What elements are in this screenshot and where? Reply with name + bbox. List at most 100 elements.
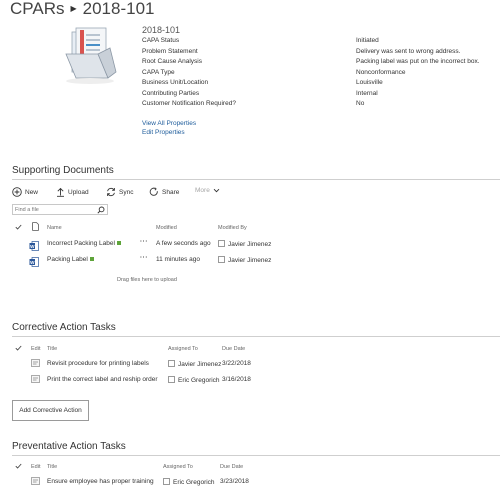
plus-circle-icon: [12, 187, 22, 197]
presence-icon: [168, 376, 175, 383]
column-header-modified[interactable]: Modified: [156, 225, 177, 231]
assigned-to-name[interactable]: Eric Gregorich: [173, 479, 215, 486]
new-command-label: New: [25, 188, 39, 196]
property-label-root-cause: Root Cause Analysis: [142, 58, 202, 65]
property-value-capa-type: Nonconformance: [356, 68, 406, 76]
select-all-checkmark-icon[interactable]: [15, 345, 22, 351]
new-item-icon: [116, 241, 121, 245]
column-header-edit: Edit: [31, 464, 41, 470]
svg-text:W: W: [30, 260, 35, 265]
assigned-to-name[interactable]: Javier Jimenez: [178, 361, 221, 368]
task-title-link[interactable]: Print the correct label and reship order: [47, 376, 158, 383]
select-all-checkmark-icon[interactable]: [15, 224, 22, 230]
word-doc-icon: W: [29, 254, 39, 267]
edit-item-icon[interactable]: [31, 359, 40, 367]
view-all-properties-link[interactable]: View All Properties: [142, 120, 196, 127]
document-modified: 11 minutes ago: [156, 256, 200, 263]
presence-icon: [218, 240, 225, 247]
documents-library-icon: [65, 27, 117, 84]
edit-properties-link[interactable]: Edit Properties: [142, 129, 185, 136]
edit-item-icon[interactable]: [31, 477, 40, 485]
breadcrumb-current: 2018-101: [82, 0, 155, 18]
property-value-customer-notification: No: [356, 100, 365, 107]
new-command[interactable]: New: [12, 187, 38, 197]
column-header-assigned-to[interactable]: Assigned To: [163, 464, 193, 470]
task-assigned-to[interactable]: Eric Gregorich: [168, 376, 220, 384]
document-icon: [32, 222, 39, 231]
document-name-link[interactable]: Packing Label: [47, 256, 88, 263]
document-name-link[interactable]: Incorrect Packing Label: [47, 240, 115, 247]
breadcrumb-root-link[interactable]: CPARs: [10, 0, 64, 18]
property-label-capa-type: CAPA Type: [142, 68, 175, 76]
column-header-title[interactable]: Title: [47, 346, 57, 352]
ellipsis-icon[interactable]: ···: [140, 254, 148, 261]
drop-zone-hint[interactable]: Drag files here to upload: [117, 277, 177, 283]
document-modified-by[interactable]: Javier Jimenez: [218, 256, 271, 264]
ellipsis-icon[interactable]: ···: [140, 238, 148, 245]
document-modified-by[interactable]: Javier Jimenez: [218, 240, 271, 248]
property-value-contributing-parties: Internal: [356, 89, 378, 97]
task-due-date: 3/16/2018: [222, 376, 251, 383]
upload-command-label: Upload: [68, 188, 89, 196]
word-doc-icon: W: [29, 238, 39, 251]
select-all-checkmark-icon[interactable]: [15, 463, 22, 469]
preventative-action-tasks-title: Preventative Action Tasks: [12, 441, 126, 452]
column-header-modified-by[interactable]: Modified By: [218, 225, 247, 231]
search-icon[interactable]: [97, 206, 105, 214]
column-header-name[interactable]: Name: [47, 225, 62, 231]
breadcrumb-separator-icon: ▶: [70, 4, 77, 13]
more-command[interactable]: More: [195, 187, 220, 194]
modified-by-name[interactable]: Javier Jimenez: [228, 241, 271, 248]
property-value-capa-status: Initiated: [356, 37, 379, 44]
svg-text:W: W: [30, 244, 35, 249]
presence-icon: [163, 478, 170, 485]
modified-by-name[interactable]: Javier Jimenez: [228, 257, 271, 264]
share-icon: [149, 187, 158, 196]
task-title-link[interactable]: Ensure employee has proper training: [47, 478, 154, 485]
section-divider: [12, 455, 500, 456]
sync-command[interactable]: Sync: [106, 187, 133, 197]
add-corrective-action-button[interactable]: Add Corrective Action: [12, 400, 89, 421]
property-value-business-unit: Louisville: [356, 79, 383, 86]
task-title-link[interactable]: Revisit procedure for printing labels: [47, 360, 149, 367]
property-value-problem-statement: Delivery was sent to wrong address.: [356, 47, 461, 55]
share-command-label: Share: [162, 188, 180, 196]
column-header-title[interactable]: Title: [47, 464, 57, 470]
property-label-capa-status: CAPA Status: [142, 37, 180, 44]
property-value-root-cause: Packing label was put on the incorrect b…: [356, 58, 480, 65]
chevron-down-icon: [213, 188, 220, 193]
document-row-name[interactable]: Packing Label: [47, 256, 94, 263]
property-label-business-unit: Business Unit/Location: [142, 79, 209, 86]
column-header-edit: Edit: [31, 346, 41, 352]
column-header-due-date[interactable]: Due Date: [222, 346, 245, 352]
supporting-documents-title: Supporting Documents: [12, 165, 114, 176]
property-label-contributing-parties: Contributing Parties: [142, 89, 200, 97]
presence-icon: [218, 256, 225, 263]
new-item-icon: [89, 257, 94, 261]
document-row-name[interactable]: Incorrect Packing Label: [47, 240, 121, 247]
property-label-problem-statement: Problem Statement: [142, 47, 198, 55]
breadcrumb: CPARs ▶ 2018-101: [10, 0, 154, 19]
document-modified: A few seconds ago: [156, 240, 211, 247]
property-label-customer-notification: Customer Notification Required?: [142, 100, 236, 107]
more-command-label: More: [195, 187, 210, 194]
column-header-assigned-to[interactable]: Assigned To: [168, 346, 198, 352]
assigned-to-name[interactable]: Eric Gregorich: [178, 377, 220, 384]
column-header-due-date[interactable]: Due Date: [220, 464, 243, 470]
section-divider: [12, 179, 500, 180]
section-divider: [12, 336, 500, 337]
item-id: 2018-101: [142, 25, 181, 35]
task-due-date: 3/23/2018: [220, 478, 249, 485]
find-file-search-input[interactable]: [12, 204, 108, 215]
edit-item-icon[interactable]: [31, 375, 40, 383]
presence-icon: [168, 360, 175, 367]
task-assigned-to[interactable]: Eric Gregorich: [163, 478, 215, 486]
sync-command-label: Sync: [119, 188, 134, 196]
share-command[interactable]: Share: [149, 187, 179, 197]
task-assigned-to[interactable]: Javier Jimenez: [168, 360, 221, 368]
upload-arrow-icon: [57, 187, 64, 197]
corrective-action-tasks-title: Corrective Action Tasks: [12, 322, 116, 333]
sync-icon: [107, 187, 115, 197]
upload-command[interactable]: Upload: [56, 187, 89, 197]
task-due-date: 3/22/2018: [222, 360, 251, 367]
